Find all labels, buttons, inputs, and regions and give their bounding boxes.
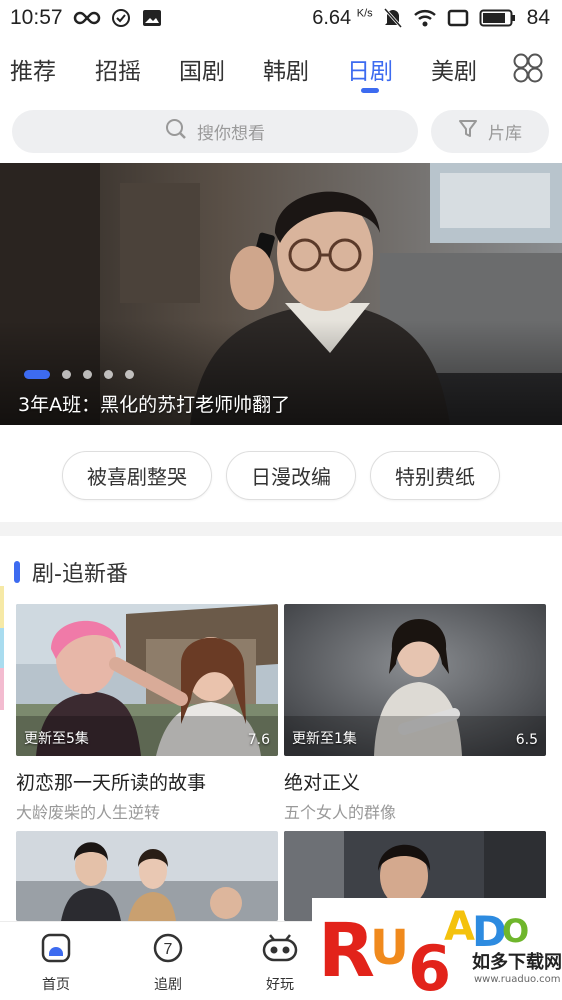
section-divider	[0, 522, 562, 536]
tab-chinese-drama[interactable]: 国剧	[179, 44, 225, 86]
search-icon	[165, 118, 187, 145]
chip-anime-adaptation[interactable]: 日漫改编	[226, 451, 356, 500]
drama-card[interactable]: 更新至1集 6.5 绝对正义 五个女人的群像	[284, 604, 546, 823]
watermark-r: R	[318, 908, 375, 994]
wifi-icon	[413, 8, 437, 28]
edge-strip	[0, 586, 4, 628]
section-header: 剧-追新番	[14, 556, 128, 588]
pagination-dot[interactable]	[62, 370, 71, 379]
svg-text:O: O	[502, 912, 529, 950]
update-status: 更新至5集	[24, 731, 89, 747]
pagination-dot[interactable]	[24, 370, 50, 379]
search-input[interactable]: 搜你想看	[12, 110, 418, 153]
banner-pagination	[24, 370, 134, 379]
home-icon	[40, 932, 72, 968]
library-button[interactable]: 片库	[431, 110, 549, 153]
chip-comedy-cry[interactable]: 被喜剧整哭	[62, 451, 212, 500]
status-bar: 10:57 6.64 K/s 84	[0, 0, 562, 36]
edge-strip	[0, 668, 4, 710]
battery-level: 84	[526, 6, 550, 29]
tablet-icon	[447, 9, 469, 27]
drama-title: 绝对正义	[284, 772, 361, 794]
filter-icon	[458, 119, 478, 144]
tab-american-drama[interactable]: 美剧	[431, 44, 477, 86]
chip-tissue-needed[interactable]: 特别费纸	[370, 451, 500, 500]
featured-banner[interactable]	[0, 163, 562, 425]
drama-subtitle: 大龄废柴的人生逆转	[16, 803, 161, 822]
drama-thumbnail: 更新至1集 6.5	[284, 604, 546, 756]
rating-score: 7.6	[247, 732, 270, 748]
rating-score: 6.5	[515, 732, 538, 748]
svg-text:www.ruaduo.com: www.ruaduo.com	[474, 974, 561, 985]
image-icon	[141, 8, 163, 28]
edge-strip	[0, 628, 4, 668]
svg-text:如多下载网: 如多下载网	[472, 951, 562, 973]
nav-home[interactable]: 首页	[0, 922, 112, 1000]
category-grid-icon[interactable]	[512, 52, 544, 84]
tab-korean-drama[interactable]: 韩剧	[263, 44, 309, 86]
section-title: 剧-追新番	[32, 562, 128, 587]
svg-text:U: U	[370, 920, 409, 976]
drama-card[interactable]	[16, 831, 278, 921]
search-placeholder: 搜你想看	[197, 124, 265, 144]
follow-icon: 7	[152, 932, 184, 968]
update-status: 更新至1集	[292, 731, 357, 747]
nav-follow[interactable]: 7 追剧	[112, 922, 224, 1000]
svg-text:7: 7	[164, 941, 173, 958]
drama-title: 初恋那一天所读的故事	[16, 772, 207, 794]
tab-japanese-drama[interactable]: 日剧	[347, 44, 393, 93]
drama-subtitle: 五个女人的群像	[284, 803, 397, 822]
battery-icon	[479, 8, 517, 28]
status-time: 10:57	[10, 6, 63, 29]
active-tab-indicator	[361, 88, 379, 93]
banner-image	[0, 163, 562, 425]
nav-label: 追剧	[154, 977, 182, 993]
section-accent-bar	[14, 561, 20, 583]
topic-chips: 被喜剧整哭 日漫改编 特别费纸	[0, 451, 562, 500]
category-tabs: 推荐 招摇 国剧 韩剧 日剧 美剧	[0, 44, 562, 94]
watermark-logo: R U 6 A D O 如多下载网 www.ruaduo.com	[312, 898, 562, 1000]
nav-label: 首页	[42, 977, 70, 993]
svg-text:A: A	[444, 904, 475, 950]
drama-card[interactable]: 更新至5集 7.6 初恋那一天所读的故事 大龄废柴的人生逆转	[16, 604, 278, 823]
drama-thumbnail	[16, 831, 278, 921]
network-speed: 6.64 K/s	[312, 6, 373, 29]
check-circle-icon	[111, 8, 131, 28]
library-label: 片库	[488, 124, 522, 144]
pagination-dot[interactable]	[104, 370, 113, 379]
game-icon	[262, 932, 298, 968]
pagination-dot[interactable]	[125, 370, 134, 379]
mute-bell-icon	[383, 7, 403, 29]
drama-thumbnail: 更新至5集 7.6	[16, 604, 278, 756]
pagination-dot[interactable]	[83, 370, 92, 379]
nav-label: 好玩	[266, 977, 294, 993]
banner-caption: 3年A班：黑化的苏打老师帅翻了	[18, 394, 291, 416]
infinity-icon	[73, 10, 101, 26]
tab-recommend[interactable]: 推荐	[10, 44, 56, 86]
tab-zhaoyao[interactable]: 招摇	[95, 44, 141, 86]
